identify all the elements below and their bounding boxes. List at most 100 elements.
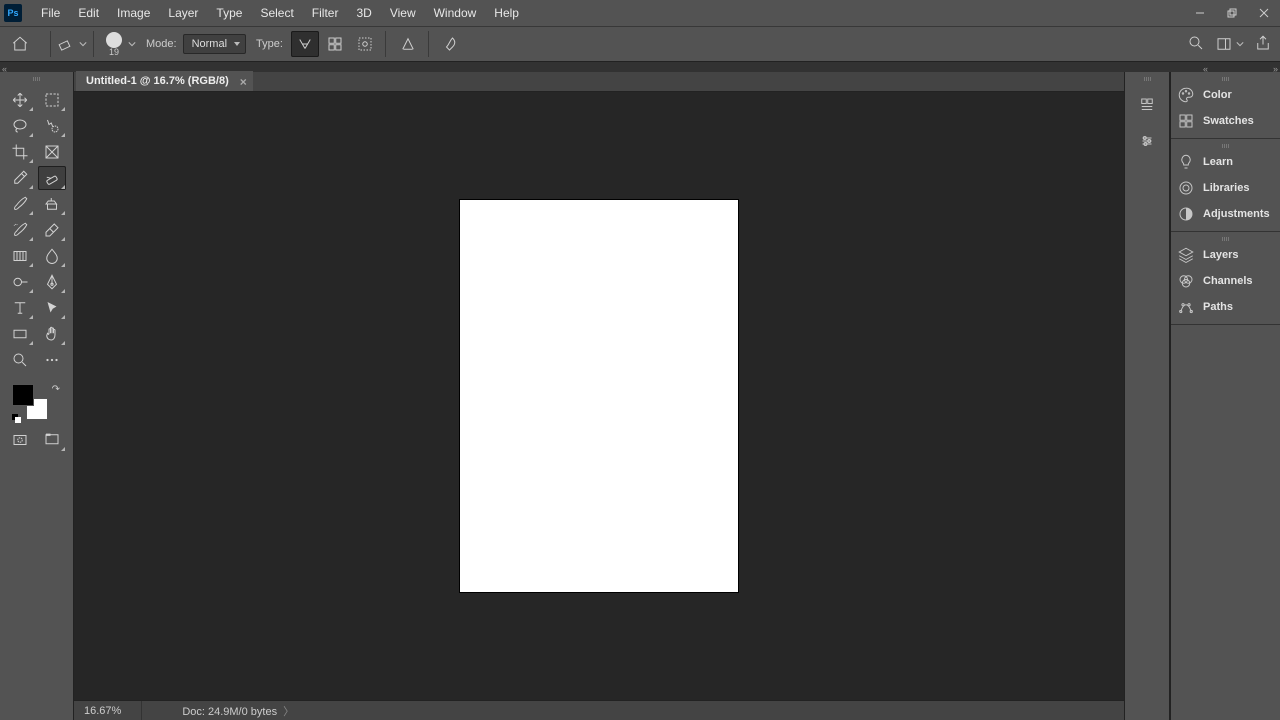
crop-tool[interactable]	[6, 140, 34, 164]
workspace-switcher[interactable]	[1215, 35, 1244, 53]
chevron-down-icon	[1236, 35, 1244, 53]
pen-tool[interactable]	[38, 270, 66, 294]
type-tool[interactable]	[6, 296, 34, 320]
properties-panel-button[interactable]	[1132, 126, 1162, 156]
eyedropper-tool[interactable]	[6, 166, 34, 190]
window-close-button[interactable]	[1248, 0, 1280, 26]
hand-tool[interactable]	[38, 322, 66, 346]
history-brush-tool[interactable]	[6, 218, 34, 242]
app-icon: Ps	[4, 4, 22, 22]
color-swatches: ↷	[12, 384, 62, 424]
cloud-icon	[1177, 179, 1195, 197]
menu-bar: Ps File Edit Image Layer Type Select Fil…	[0, 0, 1280, 26]
home-icon	[11, 35, 29, 53]
eraser-preset-icon	[57, 35, 75, 53]
clone-stamp-tool[interactable]	[38, 192, 66, 216]
history-panel-button[interactable]	[1132, 90, 1162, 120]
panel-grip[interactable]	[1171, 141, 1280, 149]
window-maximize-button[interactable]	[1216, 0, 1248, 26]
move-tool[interactable]	[6, 88, 34, 112]
options-bar: 19 Mode: Normal Type:	[0, 26, 1280, 62]
learn-panel-button[interactable]: Learn	[1171, 149, 1280, 175]
tool-preset-picker[interactable]	[57, 35, 87, 53]
foreground-color-swatch[interactable]	[12, 384, 34, 406]
zoom-tool[interactable]	[6, 348, 34, 372]
palette-icon	[1177, 86, 1195, 104]
swatches-panel-button[interactable]: Swatches	[1171, 108, 1280, 134]
canvas-viewport[interactable]	[74, 92, 1124, 700]
screen-mode-button[interactable]	[38, 428, 66, 452]
share-button[interactable]	[1254, 34, 1272, 55]
window-controls	[1184, 0, 1280, 26]
opacity-pressure-toggle[interactable]	[394, 31, 422, 57]
document-tab-title: Untitled-1 @ 16.7% (RGB/8)	[86, 75, 229, 87]
chevron-down-icon[interactable]	[128, 35, 136, 53]
search-icon	[1187, 34, 1205, 52]
color-panel-button[interactable]: Color	[1171, 82, 1280, 108]
search-button[interactable]	[1187, 34, 1205, 55]
libraries-panel-button[interactable]: Libraries	[1171, 175, 1280, 201]
blur-tool[interactable]	[38, 244, 66, 268]
paths-panel-button[interactable]: Paths	[1171, 294, 1280, 320]
brush-tool[interactable]	[6, 192, 34, 216]
edit-toolbar-button[interactable]	[38, 348, 66, 372]
window-minimize-button[interactable]	[1184, 0, 1216, 26]
channels-panel-button[interactable]: Channels	[1171, 268, 1280, 294]
default-colors-icon[interactable]	[12, 414, 22, 424]
panel-grip[interactable]	[1125, 72, 1169, 84]
right-panels: Color Swatches Learn Libraries Adjustmen…	[1170, 72, 1280, 720]
status-doc-info[interactable]: Doc: 24.9M/0 bytes〉	[182, 703, 294, 719]
menu-file[interactable]: File	[32, 0, 69, 26]
rectangular-marquee-tool[interactable]	[38, 88, 66, 112]
status-bar: 16.67% Doc: 24.9M/0 bytes〉	[74, 700, 1124, 720]
tools-panel: ↷	[0, 72, 74, 720]
layers-icon	[1177, 246, 1195, 264]
lasso-tool[interactable]	[6, 114, 34, 138]
menu-3d[interactable]: 3D	[347, 0, 380, 26]
brush-size-label: 19	[109, 47, 119, 57]
frame-tool[interactable]	[38, 140, 66, 164]
panel-grip[interactable]	[0, 72, 73, 84]
menu-edit[interactable]: Edit	[69, 0, 108, 26]
type-btn-3[interactable]	[351, 31, 379, 57]
layers-panel-button[interactable]: Layers	[1171, 242, 1280, 268]
close-tab-button[interactable]: ×	[240, 75, 247, 89]
brush-settings-button[interactable]	[437, 31, 465, 57]
panel-grip[interactable]	[1171, 234, 1280, 242]
menu-help[interactable]: Help	[485, 0, 528, 26]
channels-icon	[1177, 272, 1195, 290]
document-tab[interactable]: Untitled-1 @ 16.7% (RGB/8) ×	[76, 71, 253, 91]
collapsed-panel-strip	[1124, 72, 1170, 720]
status-zoom[interactable]: 16.67%	[84, 701, 142, 720]
mode-select[interactable]: Normal	[183, 34, 246, 54]
type-btn-2[interactable]	[321, 31, 349, 57]
adjustments-panel-button[interactable]: Adjustments	[1171, 201, 1280, 227]
canvas[interactable]	[460, 200, 738, 592]
mode-label: Mode:	[146, 38, 177, 50]
menu-window[interactable]: Window	[425, 0, 486, 26]
home-button[interactable]	[8, 32, 32, 56]
quick-selection-tool[interactable]	[38, 114, 66, 138]
healing-brush-tool[interactable]	[38, 166, 66, 190]
eraser-tool[interactable]	[38, 218, 66, 242]
type-btn-1[interactable]	[291, 31, 319, 57]
quick-mask-button[interactable]	[6, 428, 34, 452]
menu-layer[interactable]: Layer	[159, 0, 207, 26]
path-selection-tool[interactable]	[38, 296, 66, 320]
brush-tip-icon	[106, 32, 122, 48]
swap-colors-icon[interactable]: ↷	[52, 384, 60, 395]
brush-preset-picker[interactable]: 19	[106, 32, 122, 57]
menu-type[interactable]: Type	[207, 0, 251, 26]
gradient-tool[interactable]	[6, 244, 34, 268]
menu-image[interactable]: Image	[108, 0, 159, 26]
menu-filter[interactable]: Filter	[303, 0, 348, 26]
document-tab-bar: Untitled-1 @ 16.7% (RGB/8) ×	[74, 72, 1124, 92]
dodge-tool[interactable]	[6, 270, 34, 294]
type-label: Type:	[256, 38, 283, 50]
adjustments-icon	[1177, 205, 1195, 223]
menu-select[interactable]: Select	[251, 0, 302, 26]
paths-icon	[1177, 298, 1195, 316]
rectangle-tool[interactable]	[6, 322, 34, 346]
menu-view[interactable]: View	[381, 0, 425, 26]
panel-grip[interactable]	[1171, 74, 1280, 82]
